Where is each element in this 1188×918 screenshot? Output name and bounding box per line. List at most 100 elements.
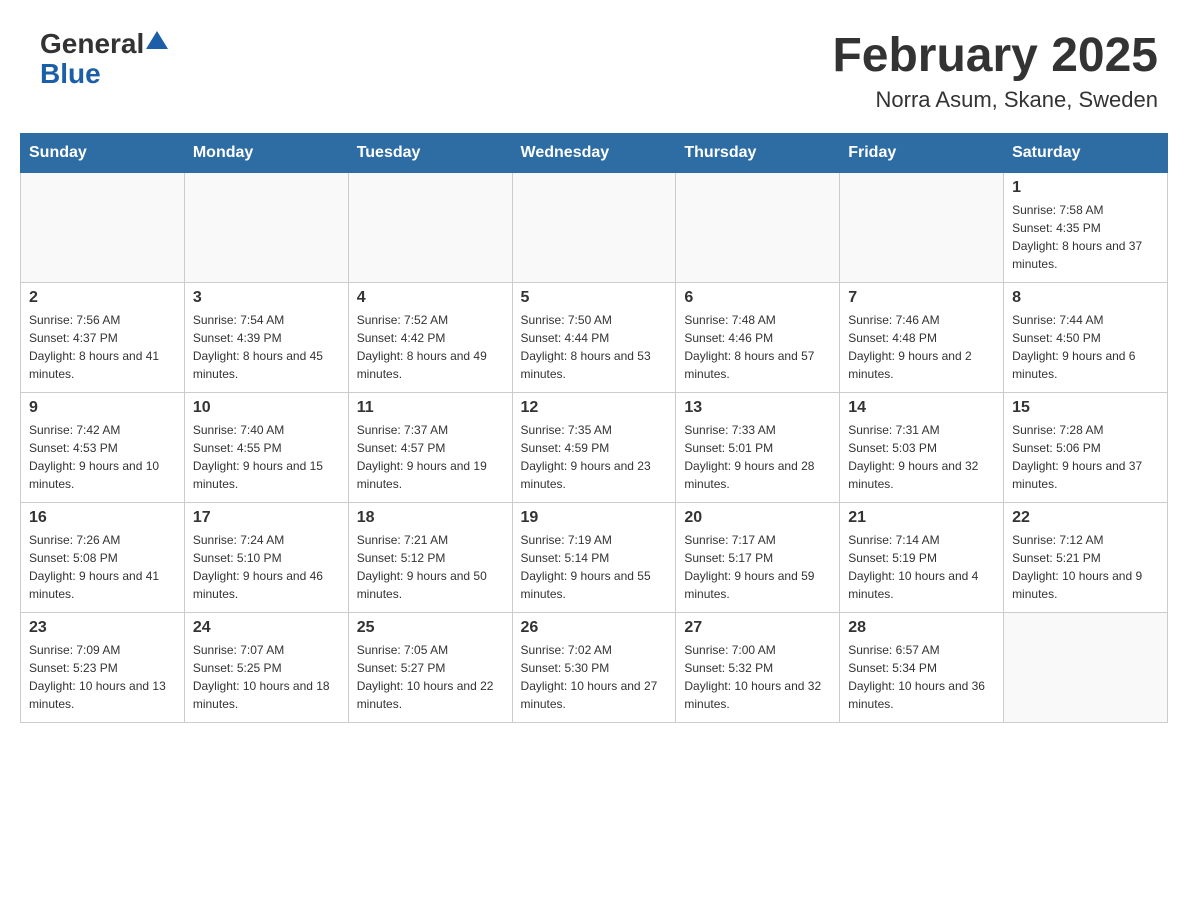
day-info: Sunrise: 7:19 AMSunset: 5:14 PMDaylight:…	[521, 531, 668, 603]
day-info: Sunrise: 7:33 AMSunset: 5:01 PMDaylight:…	[684, 421, 831, 493]
day-info: Sunrise: 7:21 AMSunset: 5:12 PMDaylight:…	[357, 531, 504, 603]
week-row-2: 9Sunrise: 7:42 AMSunset: 4:53 PMDaylight…	[21, 392, 1168, 502]
day-cell: 1 Sunrise: 7:58 AMSunset: 4:35 PMDaylight…	[1004, 172, 1168, 282]
day-cell	[512, 172, 676, 282]
day-cell: 16Sunrise: 7:26 AMSunset: 5:08 PMDayligh…	[21, 502, 185, 612]
day-number: 24	[193, 619, 340, 637]
header-cell-sunday: Sunday	[21, 133, 185, 172]
day-info: Sunrise: 7:09 AMSunset: 5:23 PMDaylight:…	[29, 641, 176, 713]
day-number: 12	[521, 399, 668, 417]
logo-general-text: General	[40, 30, 144, 58]
day-number: 5	[521, 289, 668, 307]
logo-blue-text: Blue	[40, 60, 101, 88]
day-cell: 25 Sunrise: 7:05 AMSunset: 5:27 PMDayligh…	[348, 612, 512, 722]
day-info: Sunrise: 7:05 AMSunset: 5:27 PMDaylight:…	[357, 641, 504, 713]
day-number: 13	[684, 399, 831, 417]
day-number: 27	[684, 619, 831, 637]
title-area: February 2025 Norra Asum, Skane, Sweden	[832, 30, 1158, 113]
day-cell: 19 Sunrise: 7:19 AMSunset: 5:14 PMDayligh…	[512, 502, 676, 612]
day-number: 19	[521, 509, 668, 527]
day-cell	[21, 172, 185, 282]
day-cell: 23Sunrise: 7:09 AMSunset: 5:23 PMDayligh…	[21, 612, 185, 722]
day-info: Sunrise: 7:46 AMSunset: 4:48 PMDaylight:…	[848, 311, 995, 383]
logo: General Blue	[40, 30, 168, 88]
header-cell-saturday: Saturday	[1004, 133, 1168, 172]
day-info: Sunrise: 7:44 AMSunset: 4:50 PMDaylight:…	[1012, 311, 1159, 383]
day-cell: 17Sunrise: 7:24 AMSunset: 5:10 PMDayligh…	[184, 502, 348, 612]
header-row: SundayMondayTuesdayWednesdayThursdayFrid…	[21, 133, 1168, 172]
day-info: Sunrise: 7:00 AMSunset: 5:32 PMDaylight:…	[684, 641, 831, 713]
week-row-0: 1 Sunrise: 7:58 AMSunset: 4:35 PMDaylight…	[21, 172, 1168, 282]
day-info: Sunrise: 7:52 AMSunset: 4:42 PMDaylight:…	[357, 311, 504, 383]
logo-triangle-icon	[146, 31, 168, 49]
day-cell: 15Sunrise: 7:28 AMSunset: 5:06 PMDayligh…	[1004, 392, 1168, 502]
day-number: 20	[684, 509, 831, 527]
day-number: 28	[848, 619, 995, 637]
header-cell-friday: Friday	[840, 133, 1004, 172]
header-cell-thursday: Thursday	[676, 133, 840, 172]
day-cell: 28 Sunrise: 6:57 AMSunset: 5:34 PMDayligh…	[840, 612, 1004, 722]
day-number: 10	[193, 399, 340, 417]
day-info: Sunrise: 7:12 AMSunset: 5:21 PMDaylight:…	[1012, 531, 1159, 603]
day-number: 26	[521, 619, 668, 637]
day-number: 7	[848, 289, 995, 307]
day-cell: 20 Sunrise: 7:17 AMSunset: 5:17 PMDayligh…	[676, 502, 840, 612]
calendar-body: 1 Sunrise: 7:58 AMSunset: 4:35 PMDaylight…	[21, 172, 1168, 722]
day-number: 2	[29, 289, 176, 307]
day-cell: 24 Sunrise: 7:07 AMSunset: 5:25 PMDayligh…	[184, 612, 348, 722]
day-info: Sunrise: 7:54 AMSunset: 4:39 PMDaylight:…	[193, 311, 340, 383]
day-cell: 5 Sunrise: 7:50 AMSunset: 4:44 PMDaylight…	[512, 282, 676, 392]
day-info: Sunrise: 7:31 AMSunset: 5:03 PMDaylight:…	[848, 421, 995, 493]
day-info: Sunrise: 7:02 AMSunset: 5:30 PMDaylight:…	[521, 641, 668, 713]
calendar-header: SundayMondayTuesdayWednesdayThursdayFrid…	[21, 133, 1168, 172]
day-number: 11	[357, 399, 504, 417]
week-row-3: 16Sunrise: 7:26 AMSunset: 5:08 PMDayligh…	[21, 502, 1168, 612]
calendar-title: February 2025	[832, 30, 1158, 83]
day-info: Sunrise: 7:58 AMSunset: 4:35 PMDaylight:…	[1012, 201, 1159, 273]
day-info: Sunrise: 7:24 AMSunset: 5:10 PMDaylight:…	[193, 531, 340, 603]
day-number: 25	[357, 619, 504, 637]
header-cell-wednesday: Wednesday	[512, 133, 676, 172]
day-info: Sunrise: 7:50 AMSunset: 4:44 PMDaylight:…	[521, 311, 668, 383]
day-cell: 8 Sunrise: 7:44 AMSunset: 4:50 PMDaylight…	[1004, 282, 1168, 392]
day-cell	[676, 172, 840, 282]
day-cell: 6 Sunrise: 7:48 AMSunset: 4:46 PMDaylight…	[676, 282, 840, 392]
day-cell	[1004, 612, 1168, 722]
header-cell-monday: Monday	[184, 133, 348, 172]
calendar-table: SundayMondayTuesdayWednesdayThursdayFrid…	[20, 133, 1168, 723]
day-number: 1	[1012, 179, 1159, 197]
day-info: Sunrise: 7:48 AMSunset: 4:46 PMDaylight:…	[684, 311, 831, 383]
day-cell: 9Sunrise: 7:42 AMSunset: 4:53 PMDaylight…	[21, 392, 185, 502]
day-cell: 27 Sunrise: 7:00 AMSunset: 5:32 PMDayligh…	[676, 612, 840, 722]
day-info: Sunrise: 7:28 AMSunset: 5:06 PMDaylight:…	[1012, 421, 1159, 493]
day-cell	[348, 172, 512, 282]
day-info: Sunrise: 7:07 AMSunset: 5:25 PMDaylight:…	[193, 641, 340, 713]
week-row-1: 2 Sunrise: 7:56 AMSunset: 4:37 PMDaylight…	[21, 282, 1168, 392]
day-number: 9	[29, 399, 176, 417]
day-number: 21	[848, 509, 995, 527]
day-cell: 4Sunrise: 7:52 AMSunset: 4:42 PMDaylight…	[348, 282, 512, 392]
day-cell: 13 Sunrise: 7:33 AMSunset: 5:01 PMDayligh…	[676, 392, 840, 502]
day-cell: 7 Sunrise: 7:46 AMSunset: 4:48 PMDaylight…	[840, 282, 1004, 392]
header-cell-tuesday: Tuesday	[348, 133, 512, 172]
day-cell: 18Sunrise: 7:21 AMSunset: 5:12 PMDayligh…	[348, 502, 512, 612]
calendar-subtitle: Norra Asum, Skane, Sweden	[832, 87, 1158, 113]
day-info: Sunrise: 6:57 AMSunset: 5:34 PMDaylight:…	[848, 641, 995, 713]
day-number: 6	[684, 289, 831, 307]
day-cell: 22Sunrise: 7:12 AMSunset: 5:21 PMDayligh…	[1004, 502, 1168, 612]
day-number: 3	[193, 289, 340, 307]
day-cell: 2 Sunrise: 7:56 AMSunset: 4:37 PMDaylight…	[21, 282, 185, 392]
day-cell: 14Sunrise: 7:31 AMSunset: 5:03 PMDayligh…	[840, 392, 1004, 502]
day-info: Sunrise: 7:56 AMSunset: 4:37 PMDaylight:…	[29, 311, 176, 383]
page-header: General Blue February 2025 Norra Asum, S…	[20, 20, 1168, 123]
day-info: Sunrise: 7:14 AMSunset: 5:19 PMDaylight:…	[848, 531, 995, 603]
day-info: Sunrise: 7:35 AMSunset: 4:59 PMDaylight:…	[521, 421, 668, 493]
day-number: 8	[1012, 289, 1159, 307]
day-cell: 12 Sunrise: 7:35 AMSunset: 4:59 PMDayligh…	[512, 392, 676, 502]
week-row-4: 23Sunrise: 7:09 AMSunset: 5:23 PMDayligh…	[21, 612, 1168, 722]
day-cell: 26 Sunrise: 7:02 AMSunset: 5:30 PMDayligh…	[512, 612, 676, 722]
day-number: 16	[29, 509, 176, 527]
day-cell	[840, 172, 1004, 282]
day-info: Sunrise: 7:37 AMSunset: 4:57 PMDaylight:…	[357, 421, 504, 493]
day-info: Sunrise: 7:17 AMSunset: 5:17 PMDaylight:…	[684, 531, 831, 603]
